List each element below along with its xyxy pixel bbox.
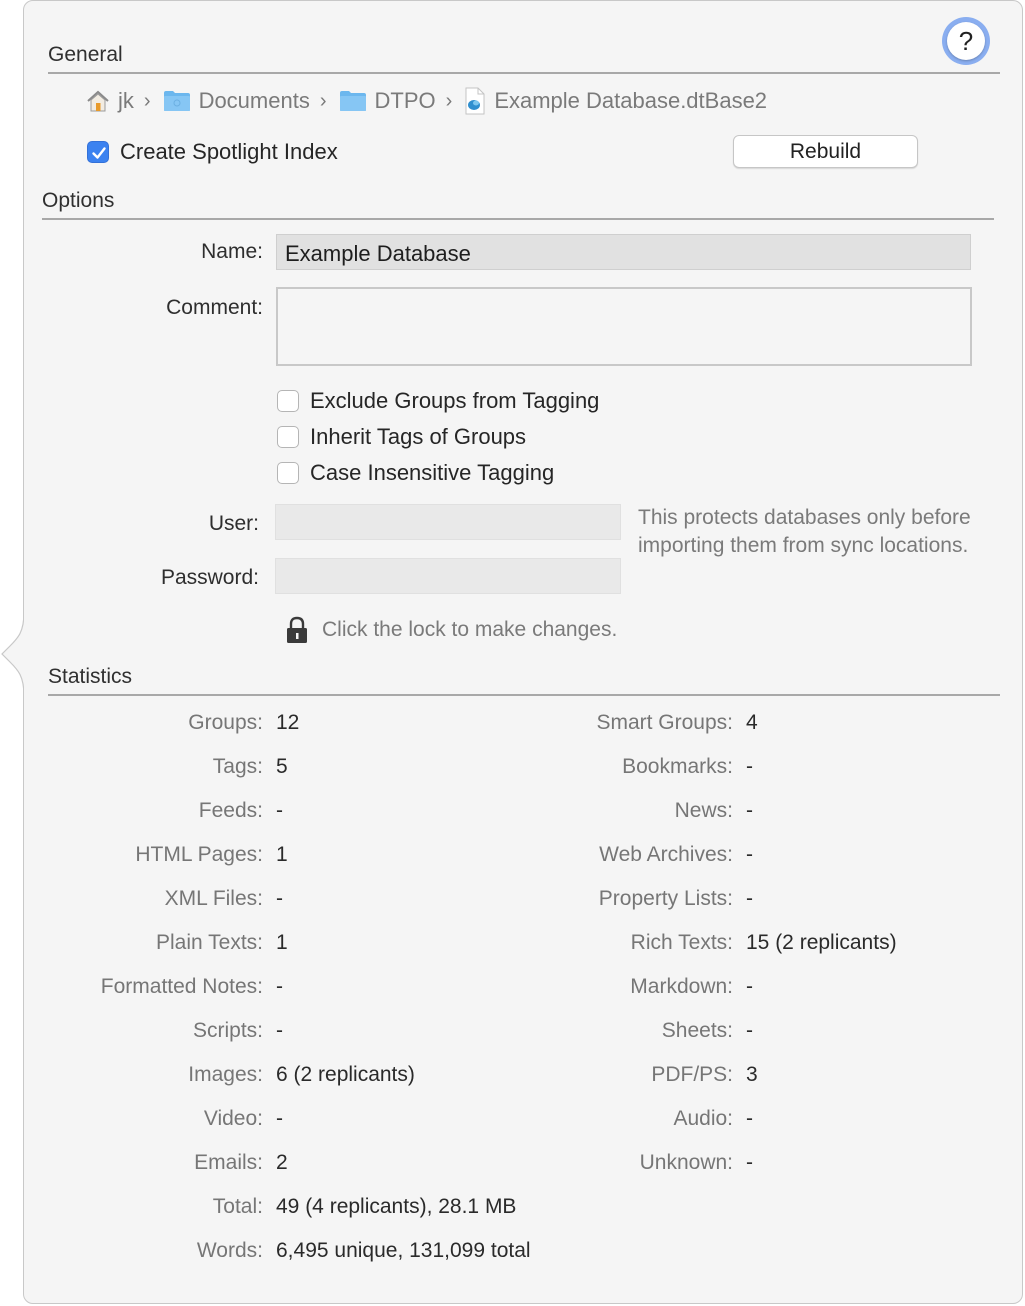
stat-label-unknown: Unknown: xyxy=(639,1151,733,1174)
stat-value-bookmarks: - xyxy=(746,755,753,778)
stat-label-emails: Emails: xyxy=(194,1151,263,1174)
stat-value-html-pages: 1 xyxy=(276,843,288,866)
protection-note: This protects databases only before impo… xyxy=(638,506,971,557)
stat-value-emails: 2 xyxy=(276,1151,288,1174)
stat-value-markdown: - xyxy=(746,975,753,998)
stat-value-web-archives: - xyxy=(746,843,753,866)
stat-label-total: Total: xyxy=(212,1195,263,1218)
password-label: Password: xyxy=(160,566,259,589)
stat-label-feeds: Feeds: xyxy=(198,799,263,822)
stat-value-scripts: - xyxy=(276,1019,283,1042)
exclude-groups-from-tagging-label[interactable]: Exclude Groups from Tagging xyxy=(310,388,599,414)
stat-label-video: Video: xyxy=(203,1107,263,1130)
comment-label: Comment: xyxy=(166,296,263,319)
stat-label-formatted-notes: Formatted Notes: xyxy=(100,975,263,998)
stat-label-html-pages: HTML Pages: xyxy=(135,843,263,866)
stat-label-property-lists: Property Lists: xyxy=(598,887,733,910)
stat-value-total: 49 (4 replicants), 28.1 MB xyxy=(276,1195,517,1218)
path-breadcrumb: jk › Documents › DTPO › Example Database… xyxy=(86,86,767,116)
stat-label-audio: Audio: xyxy=(673,1107,733,1130)
section-divider xyxy=(48,694,1000,696)
create-spotlight-index-label[interactable]: Create Spotlight Index xyxy=(120,139,338,165)
help-button[interactable]: ? xyxy=(942,17,990,65)
home-icon xyxy=(86,89,110,113)
stat-label-markdown: Markdown: xyxy=(630,975,733,998)
stat-value-feeds: - xyxy=(276,799,283,822)
stat-value-pdf-ps: 3 xyxy=(746,1063,758,1086)
section-title-statistics: Statistics xyxy=(48,665,133,688)
stat-label-xml-files: XML Files: xyxy=(164,887,263,910)
path-item-documents[interactable]: Documents xyxy=(163,88,310,114)
password-input[interactable] xyxy=(275,558,621,594)
case-insensitive-tagging-checkbox[interactable] xyxy=(277,462,299,484)
case-insensitive-tagging-label[interactable]: Case Insensitive Tagging xyxy=(310,460,554,486)
path-item-database-file[interactable]: Example Database.dtBase2 xyxy=(464,87,767,115)
section-title-options: Options xyxy=(42,189,115,212)
section-divider xyxy=(48,72,1000,74)
inherit-tags-of-groups-label[interactable]: Inherit Tags of Groups xyxy=(310,424,526,450)
stat-value-audio: - xyxy=(746,1107,753,1130)
stat-label-bookmarks: Bookmarks: xyxy=(622,755,733,778)
inherit-tags-of-groups-checkbox[interactable] xyxy=(277,426,299,448)
rebuild-button[interactable]: Rebuild xyxy=(733,135,918,168)
stat-value-sheets: - xyxy=(746,1019,753,1042)
stat-label-groups: Groups: xyxy=(188,711,263,734)
stat-label-scripts: Scripts: xyxy=(192,1019,263,1042)
stat-label-rich-texts: Rich Texts: xyxy=(630,931,733,954)
documents-folder-icon xyxy=(163,90,191,112)
stat-value-groups: 12 xyxy=(276,711,300,734)
section-divider xyxy=(42,218,994,220)
name-label: Name: xyxy=(201,240,263,263)
stat-value-xml-files: - xyxy=(276,887,283,910)
section-title-general: General xyxy=(48,43,123,66)
lock-icon[interactable] xyxy=(286,616,308,644)
stat-label-images: Images: xyxy=(188,1063,263,1086)
user-label: User: xyxy=(208,512,259,535)
stat-value-plain-texts: 1 xyxy=(276,931,288,954)
stat-value-images: 6 (2 replicants) xyxy=(276,1063,415,1086)
stat-value-formatted-notes: - xyxy=(276,975,283,998)
user-input[interactable] xyxy=(275,504,621,540)
stat-value-tags: 5 xyxy=(276,755,288,778)
stat-value-unknown: - xyxy=(746,1151,753,1174)
chevron-right-icon: › xyxy=(143,89,151,112)
lock-message: Click the lock to make changes. xyxy=(322,618,618,641)
path-item-home[interactable]: jk xyxy=(86,88,134,114)
stat-label-words: Words: xyxy=(196,1239,263,1262)
database-file-icon xyxy=(464,87,486,115)
chevron-right-icon: › xyxy=(319,89,327,112)
stat-label-sheets: Sheets: xyxy=(661,1019,733,1042)
stat-value-video: - xyxy=(276,1107,283,1130)
stat-value-property-lists: - xyxy=(746,887,753,910)
path-item-dtpo[interactable]: DTPO xyxy=(339,88,436,114)
name-input[interactable]: Example Database xyxy=(276,234,971,270)
question-mark-icon: ? xyxy=(947,22,985,60)
popover-arrow xyxy=(1,612,26,696)
stat-label-smart-groups: Smart Groups: xyxy=(596,711,733,734)
stat-label-news: News: xyxy=(674,799,733,822)
stat-value-rich-texts: 15 (2 replicants) xyxy=(746,931,897,954)
stat-value-news: - xyxy=(746,799,753,822)
exclude-groups-from-tagging-checkbox[interactable] xyxy=(277,390,299,412)
checkmark-icon xyxy=(92,147,106,159)
comment-textarea[interactable] xyxy=(276,287,972,366)
stat-value-words: 6,495 unique, 131,099 total xyxy=(276,1239,531,1262)
chevron-right-icon: › xyxy=(445,89,453,112)
stat-label-tags: Tags: xyxy=(212,755,263,778)
create-spotlight-index-checkbox[interactable] xyxy=(87,141,109,163)
stat-label-plain-texts: Plain Texts: xyxy=(156,931,263,954)
folder-icon xyxy=(339,90,367,112)
stat-label-pdf-ps: PDF/PS: xyxy=(651,1063,733,1086)
stat-label-web-archives: Web Archives: xyxy=(599,843,733,866)
lock-row: Click the lock to make changes. xyxy=(286,616,617,644)
stat-value-smart-groups: 4 xyxy=(746,711,758,734)
